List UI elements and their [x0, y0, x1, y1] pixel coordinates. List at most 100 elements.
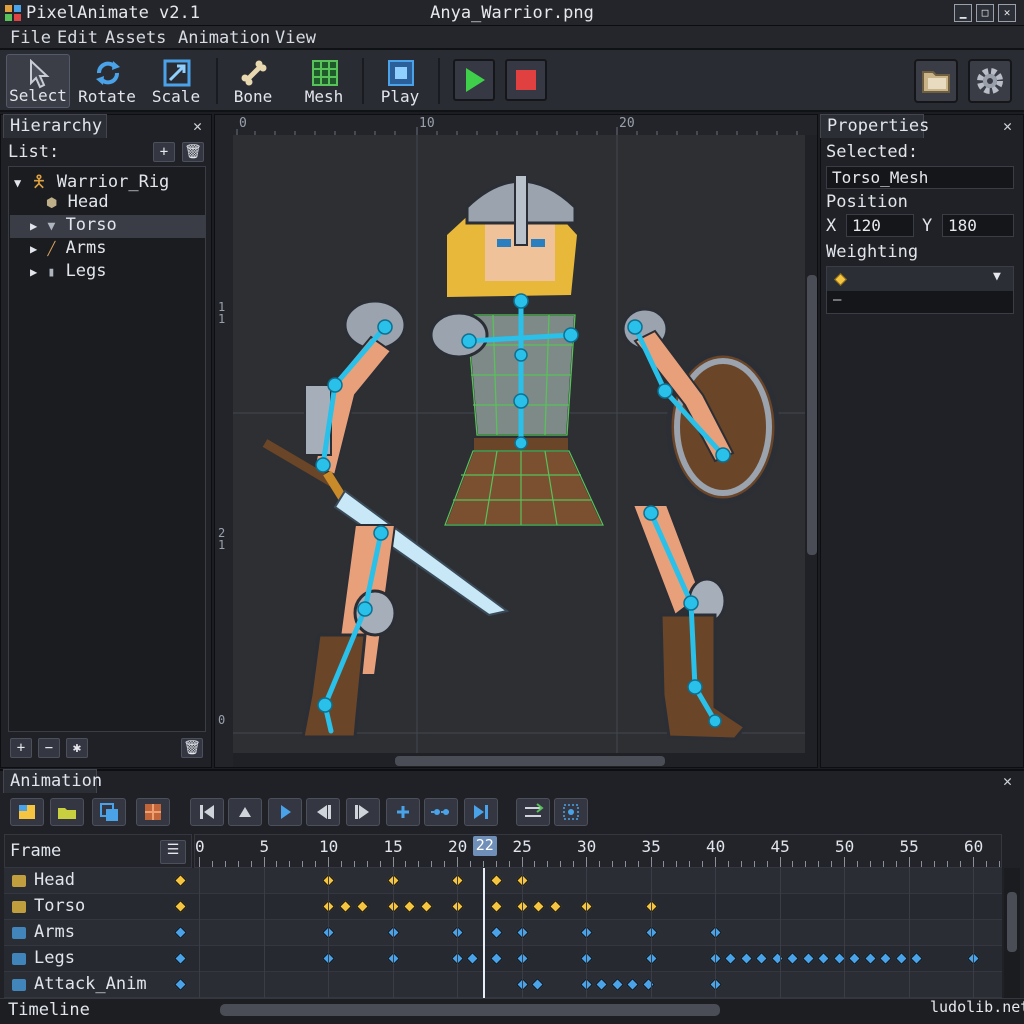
tween-button[interactable] — [424, 798, 458, 826]
new-clip-icon — [19, 805, 35, 819]
track-label[interactable]: Head — [34, 870, 75, 894]
track-scrollbar[interactable] — [1004, 868, 1020, 998]
trash-button[interactable]: 🗑 — [181, 738, 203, 758]
properties-tab[interactable]: Properties — [820, 114, 929, 138]
menu-file[interactable]: File — [10, 28, 51, 48]
properties-close-icon[interactable]: ✕ — [1003, 117, 1012, 135]
rotate-tool-button[interactable]: Rotate — [75, 54, 139, 108]
list-label: List: — [8, 142, 60, 162]
frame-ruler[interactable]: 0 5 10 15 20 25 30 35 40 45 50 55 60 22 — [194, 834, 1002, 868]
menu-assets[interactable]: Assets — [105, 28, 166, 48]
track-row[interactable] — [4, 868, 1002, 894]
weighting-dropdown[interactable]: ▼ — — [826, 266, 1014, 314]
assets-folder-button[interactable] — [914, 59, 958, 103]
play-icon — [281, 805, 291, 819]
frame-tick — [302, 861, 304, 867]
expanded-arrow-icon[interactable]: ▼ — [14, 176, 21, 190]
play-tool-button[interactable]: Play — [368, 54, 432, 108]
track-icon — [12, 927, 26, 939]
warrior-sprite[interactable] — [262, 174, 780, 741]
frame-tick — [199, 857, 200, 867]
minimize-button[interactable]: ▁ — [954, 4, 972, 22]
menu-edit[interactable]: Edit — [57, 28, 98, 48]
rig-icon: 🯅 — [31, 172, 47, 192]
collapsed-arrow-icon[interactable]: ▶ — [30, 265, 37, 279]
frame-tick — [560, 861, 562, 867]
stop-icon — [516, 70, 536, 90]
playhead[interactable] — [482, 868, 485, 998]
frame-tick — [263, 857, 265, 867]
skip-end-icon — [474, 805, 488, 819]
next-frame-button[interactable] — [346, 798, 380, 826]
menu-bar: File Edit Assets Animation View — [0, 26, 1024, 50]
timeline-scrollbar-thumb[interactable] — [220, 1004, 720, 1016]
first-frame-button[interactable] — [190, 798, 224, 826]
ruler-left-label: 0 — [218, 713, 226, 727]
remove-bone-button[interactable]: − — [38, 738, 60, 758]
track-row[interactable] — [4, 894, 1002, 920]
timeline-grid-line — [457, 868, 458, 998]
torso-icon: ▼ — [47, 219, 56, 234]
track-label[interactable]: Attack_Anim — [34, 974, 147, 998]
scale-tool-button[interactable]: Scale — [144, 54, 208, 108]
copy-clip-button[interactable] — [92, 798, 126, 826]
snap-button[interactable] — [554, 798, 588, 826]
position-y-input[interactable]: 180 — [942, 214, 1014, 237]
animation-tab[interactable]: Animation — [3, 769, 102, 793]
menu-animation[interactable]: Animation — [178, 28, 270, 48]
selected-name-field[interactable]: Torso_Mesh — [826, 166, 1014, 189]
tree-item-head[interactable]: ⬢ Head — [46, 192, 206, 215]
frame-label: Frame — [10, 841, 62, 861]
weighting-value: — — [833, 292, 842, 308]
frame-tick — [392, 857, 394, 867]
track-list-menu-button[interactable]: ☰ — [160, 840, 186, 864]
stop-button[interactable] — [505, 59, 547, 101]
add-item-button[interactable]: + — [153, 142, 175, 162]
tree-item-legs[interactable]: ▶ ▮ Legs — [30, 261, 200, 284]
bone-tool-button[interactable]: Bone — [221, 54, 285, 108]
track-row[interactable] — [4, 972, 1002, 998]
hierarchy-tab[interactable]: Hierarchy — [3, 114, 107, 138]
add-keyframe-button[interactable] — [386, 798, 420, 826]
selected-label: Selected: — [826, 142, 919, 162]
add-bone-button[interactable]: + — [10, 738, 32, 758]
current-frame-badge[interactable]: 22 — [472, 836, 497, 856]
frame-tick — [457, 857, 458, 867]
tree-item-torso[interactable]: ▶ ▼ Torso — [10, 215, 205, 238]
frame-tick — [340, 861, 342, 867]
duplicate-bone-button[interactable]: ✱ — [66, 738, 88, 758]
last-frame-button[interactable] — [464, 798, 498, 826]
loop-icon — [525, 803, 544, 817]
tree-item-warrior-rig[interactable]: ▼ 🯅 Warrior_Rig — [14, 169, 204, 192]
canvas[interactable] — [215, 115, 818, 768]
menu-view[interactable]: View — [275, 28, 316, 48]
collapsed-arrow-icon[interactable]: ▶ — [30, 242, 37, 256]
onion-skin-button[interactable] — [136, 798, 170, 826]
new-clip-button[interactable] — [10, 798, 44, 826]
mesh-tool-button[interactable]: Mesh — [292, 54, 356, 108]
play-animation-button[interactable] — [268, 798, 302, 826]
play-button[interactable] — [453, 59, 495, 101]
tree-item-arms[interactable]: ▶ ╱ Arms — [30, 238, 200, 261]
track-icon — [12, 953, 26, 965]
track-label[interactable]: Arms — [34, 922, 75, 946]
settings-button[interactable] — [968, 59, 1012, 103]
close-button[interactable]: ✕ — [998, 4, 1016, 22]
set-key-button[interactable] — [228, 798, 262, 826]
prev-frame-button[interactable] — [306, 798, 340, 826]
open-clip-button[interactable] — [50, 798, 84, 826]
loop-button[interactable] — [516, 798, 550, 826]
select-tool-button[interactable]: Select — [6, 54, 70, 108]
collapsed-arrow-icon[interactable]: ▶ — [30, 219, 37, 233]
position-x-input[interactable]: 120 — [846, 214, 914, 237]
hierarchy-close-icon[interactable]: ✕ — [193, 117, 202, 135]
track-label[interactable]: Torso — [34, 896, 85, 920]
chevron-down-icon[interactable]: ▼ — [993, 269, 1001, 284]
maximize-button[interactable]: □ — [976, 4, 994, 22]
frame-tick-label: 25 — [512, 837, 532, 856]
canvas-viewport[interactable]: 0 10 20 1 1 2 1 0 — [214, 114, 818, 768]
track-row[interactable] — [4, 920, 1002, 946]
delete-item-button[interactable]: 🗑 — [182, 142, 204, 162]
animation-close-icon[interactable]: ✕ — [1003, 772, 1012, 790]
track-label[interactable]: Legs — [34, 948, 75, 972]
